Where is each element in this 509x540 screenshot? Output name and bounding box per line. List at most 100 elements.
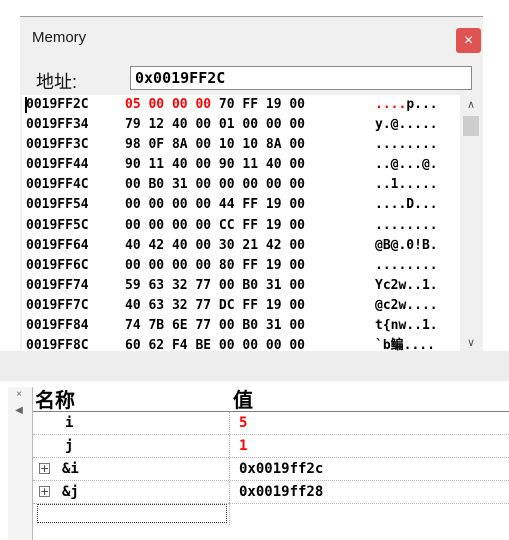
memory-row-hex-bytes: 98 0F 8A 00 10 10 8A 00 <box>125 137 306 153</box>
address-input[interactable]: 0x0019FF2C <box>130 66 472 90</box>
text-cursor <box>25 97 27 113</box>
watch-close-icon[interactable]: × <box>12 389 26 401</box>
watch-new-entry-box[interactable] <box>37 504 227 523</box>
memory-row[interactable]: 0019FF84 74 7B 6E 77 00 B0 31 00 t{nw..1. <box>22 316 458 336</box>
memory-row-address: 0019FF34 <box>26 117 89 133</box>
memory-row-hex-bytes: 00 00 00 00 CC FF 19 00 <box>125 217 306 233</box>
memory-dump-pane[interactable]: 0019FF2C 05 00 00 00 70 FF 19 00 ....p... 0… <box>22 95 482 351</box>
watch-row-name-cell[interactable]: + &i <box>33 458 230 480</box>
watch-new-entry-row[interactable] <box>33 503 509 525</box>
watch-row-name-cell[interactable]: i <box>33 412 230 434</box>
memory-row-hex-bytes: 60 62 F4 BE 00 00 00 00 <box>125 338 306 351</box>
column-header-name[interactable]: 名称 <box>33 389 232 412</box>
watch-row-name: &i <box>62 461 79 477</box>
memory-row-ascii: y.@..... <box>375 115 438 135</box>
scroll-down-arrow-icon[interactable]: ∨ <box>460 333 482 351</box>
memory-row[interactable]: 0019FF5C 00 00 00 00 CC FF 19 00........ <box>22 216 458 236</box>
watch-row-name: &j <box>62 484 79 500</box>
watch-side-toolbar: × ◀ <box>8 387 33 540</box>
memory-row-ascii-text: ........ <box>375 257 438 273</box>
memory-scrollbar[interactable]: ∧ ∨ <box>460 95 482 351</box>
column-header-value[interactable]: 值 <box>231 389 509 412</box>
memory-row-address: 0019FF4C <box>26 177 89 193</box>
watch-row-value[interactable]: 5 <box>239 412 247 434</box>
watch-row[interactable]: + &i 0x0019ff2c <box>33 458 509 481</box>
memory-row-ascii: `b鳊.... <box>375 336 435 351</box>
memory-row-ascii: ....p... <box>375 95 438 115</box>
watch-row-value[interactable]: 1 <box>239 435 247 457</box>
memory-row[interactable]: 0019FF3C 98 0F 8A 00 10 10 8A 00........ <box>22 135 458 155</box>
memory-row-address: 0019FF2C <box>26 97 89 112</box>
memory-row-ascii: @B@.0!B. <box>375 236 438 256</box>
memory-row-address: 0019FF74 <box>26 277 89 293</box>
memory-row[interactable]: 0019FF74 59 63 32 77 00 B0 31 00 Yc2w..1. <box>22 276 458 296</box>
memory-row-ascii-text: `b鳊.... <box>375 338 435 351</box>
memory-row-ascii-text: y.@..... <box>375 117 438 133</box>
memory-window: Memory × 地址: 0x0019FF2C 0019FF2C 05 00 00… <box>20 16 483 351</box>
expand-icon[interactable]: + <box>39 486 50 497</box>
memory-row-hex: 90 11 40 00 90 11 40 00 <box>125 155 305 175</box>
close-button[interactable]: × <box>456 28 481 53</box>
memory-row[interactable]: 0019FF34 79 12 40 00 01 00 00 00 y.@..... <box>22 115 458 135</box>
memory-row-hex: 60 62 F4 BE 00 00 00 00 <box>125 336 305 351</box>
memory-row-ascii: @c2w.... <box>375 296 438 316</box>
watch-row-value[interactable]: 0x0019ff2c <box>239 458 323 480</box>
memory-row-ascii-text: @c2w.... <box>375 297 438 313</box>
memory-row-hex-bytes: 70 FF 19 00 <box>211 97 306 112</box>
memory-row-address: 0019FF44 <box>26 157 89 173</box>
memory-row-ascii-text: @B@.0!B. <box>375 237 438 253</box>
memory-row-address: 0019FF7C <box>26 297 89 313</box>
memory-row-address: 0019FF5C <box>26 217 89 233</box>
memory-row-hex-bytes: 00 00 00 00 44 FF 19 00 <box>125 197 306 213</box>
memory-row-ascii: ....D... <box>375 195 438 215</box>
watch-collapse-arrow-icon[interactable]: ◀ <box>12 405 26 417</box>
memory-row-hex: 40 42 40 00 30 21 42 00 <box>125 236 305 256</box>
memory-row-hex: 98 0F 8A 00 10 10 8A 00 <box>125 135 305 155</box>
expand-icon[interactable]: + <box>39 463 50 474</box>
memory-row-address: 0019FF54 <box>26 197 89 213</box>
watch-row[interactable]: + &j 0x0019ff28 <box>33 481 509 504</box>
watch-window: × ◀ 名称 值 i 5 j 1 + &i 0x0019ff2c + &j 0x0019ff28 <box>0 381 509 540</box>
memory-row[interactable]: 0019FF4C 00 B0 31 00 00 00 00 00 ..1..... <box>22 175 458 195</box>
watch-row-name-cell[interactable]: j <box>33 435 230 457</box>
memory-row[interactable]: 0019FF6C 00 00 00 00 80 FF 19 00........ <box>22 256 458 276</box>
watch-row-value[interactable]: 0x0019ff28 <box>239 481 323 503</box>
memory-row-ascii: ..@...@. <box>375 155 438 175</box>
scroll-thumb[interactable] <box>463 116 479 136</box>
memory-row-ascii-changed: .... <box>375 97 407 112</box>
memory-row-hex: 79 12 40 00 01 00 00 00 <box>125 115 305 135</box>
scroll-up-arrow-icon[interactable]: ∧ <box>460 95 482 113</box>
watch-row-name: j <box>65 438 74 454</box>
memory-row-hex-bytes: 90 11 40 00 90 11 40 00 <box>125 157 306 173</box>
memory-row-address: 0019FF64 <box>26 237 89 253</box>
memory-row-ascii-text: ..@...@. <box>375 157 438 173</box>
memory-row-hex: 59 63 32 77 00 B0 31 00 <box>125 276 305 296</box>
memory-row[interactable]: 0019FF54 00 00 00 00 44 FF 19 00 ....D... <box>22 195 458 215</box>
memory-row-address: 0019FF8C <box>26 338 89 351</box>
memory-row[interactable]: 0019FF8C 60 62 F4 BE 00 00 00 00 `b鳊.... <box>22 336 458 351</box>
memory-row-ascii: ........ <box>375 135 438 155</box>
memory-row-ascii-text: t{nw..1. <box>375 318 438 334</box>
memory-row[interactable]: 0019FF2C 05 00 00 00 70 FF 19 00 ....p... <box>22 95 458 115</box>
watch-row-name: i <box>65 415 74 431</box>
memory-row-hex: 05 00 00 00 70 FF 19 00 <box>125 95 305 115</box>
memory-row-hex: 00 00 00 00 44 FF 19 00 <box>125 195 305 215</box>
memory-row-hex: 00 00 00 00 CC FF 19 00 <box>125 216 305 236</box>
memory-row[interactable]: 0019FF44 90 11 40 00 90 11 40 00 ..@...@. <box>22 155 458 175</box>
watch-row[interactable]: j1 <box>33 435 509 458</box>
memory-row-hex-bytes: 79 12 40 00 01 00 00 00 <box>125 117 306 133</box>
memory-row-ascii-text: Yc2w..1. <box>375 277 438 293</box>
memory-row[interactable]: 0019FF7C 40 63 32 77 DC FF 19 00 @c2w.... <box>22 296 458 316</box>
memory-row-hex: 74 7B 6E 77 00 B0 31 00 <box>125 316 305 336</box>
watch-row[interactable]: i5 <box>33 412 509 435</box>
splitter-band <box>0 351 509 381</box>
memory-row-ascii: t{nw..1. <box>375 316 438 336</box>
memory-row-ascii-text: ..1..... <box>375 177 438 193</box>
memory-row[interactable]: 0019FF64 40 42 40 00 30 21 42 00 @B@.0!B. <box>22 236 458 256</box>
memory-row-ascii-text: ....D... <box>375 197 438 213</box>
memory-row-hex-changed: 05 00 00 00 <box>125 97 212 112</box>
watch-new-entry-cell[interactable] <box>33 503 230 525</box>
memory-row-ascii: ........ <box>375 256 438 276</box>
watch-row-name-cell[interactable]: + &j <box>33 481 230 503</box>
memory-row-ascii: ........ <box>375 216 438 236</box>
